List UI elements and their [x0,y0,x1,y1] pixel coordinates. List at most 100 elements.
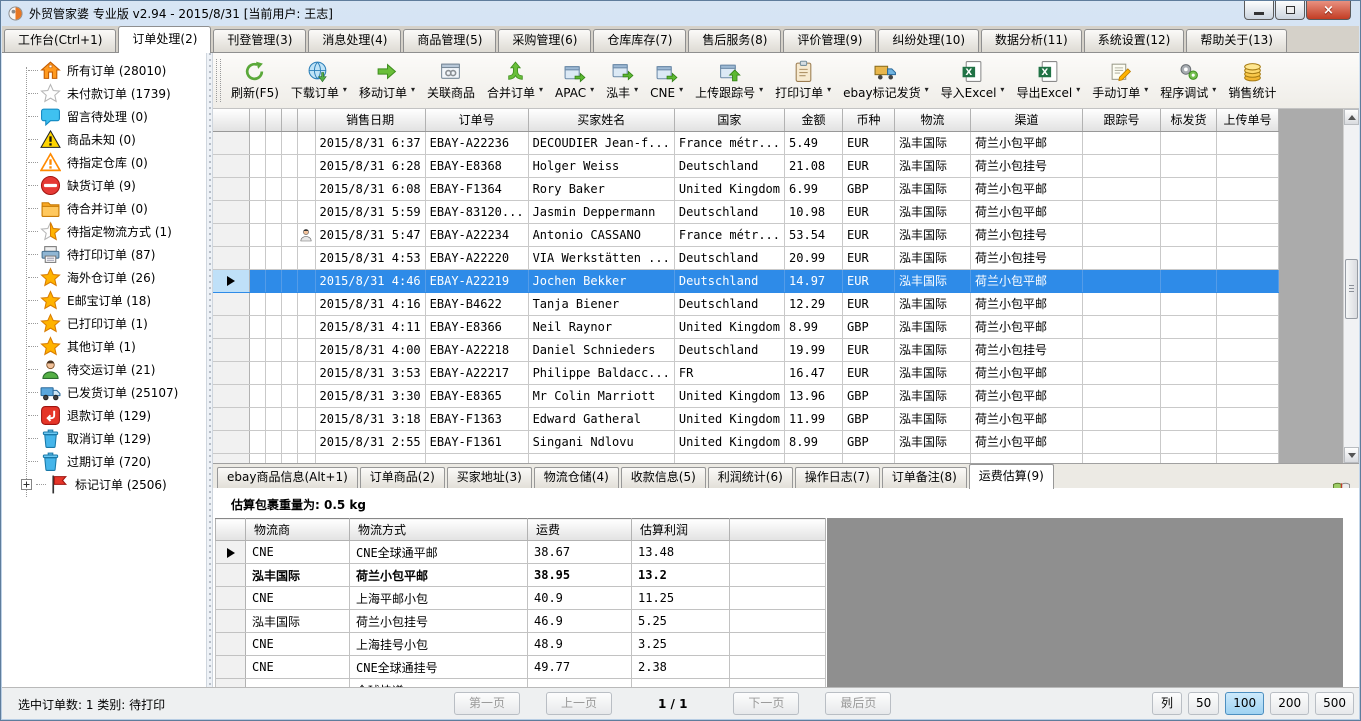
column-header[interactable]: 买家姓名 [528,109,674,131]
last-page-button[interactable]: 最后页 [825,692,891,715]
dropdown-caret-icon[interactable]: ▾ [539,85,543,94]
minimize-button[interactable] [1244,1,1274,20]
detail-tab[interactable]: ebay商品信息(Alt+1) [217,467,358,488]
freight-column-header[interactable]: 物流方式 [350,519,528,541]
column-header[interactable]: 金额 [785,109,843,131]
row-selector-cell[interactable] [216,541,246,564]
freight-row[interactable]: 泓丰国际荷兰小包挂号46.95.25 [216,610,826,633]
toolbar-item[interactable]: ebay标记发货▾ [837,58,934,103]
row-selector-cell[interactable] [216,679,246,688]
scroll-up-button[interactable] [1344,109,1359,125]
dropdown-caret-icon[interactable]: ▾ [590,85,594,94]
prev-page-button[interactable]: 上一页 [546,692,612,715]
row-selector-cell[interactable] [213,177,249,200]
row-selector-cell[interactable] [213,338,249,361]
sidebar-item[interactable]: E邮宝订单 (18) [2,289,206,312]
expand-plus-icon[interactable] [21,479,32,490]
sidebar-item[interactable]: 已发货订单 (25107) [2,381,206,404]
order-row[interactable]: 2015/8/31 5:59EBAY-83120...Jasmin Depper… [213,200,1279,223]
column-header[interactable]: 国家 [674,109,784,131]
sidebar-item[interactable]: 待合并订单 (0) [2,197,206,220]
scroll-down-button[interactable] [1344,447,1359,463]
row-selector-cell[interactable] [213,223,249,246]
page-size-button[interactable]: 100 [1225,692,1264,715]
dropdown-caret-icon[interactable]: ▾ [1144,85,1148,94]
detail-tab[interactable]: 运费估算(9) [969,464,1054,489]
toolbar-item[interactable]: 下载订单▾ [285,58,353,103]
row-selector-cell[interactable] [216,633,246,656]
toolbar-item[interactable]: 移动订单▾ [353,58,421,103]
sidebar-item[interactable]: 退款订单 (129) [2,404,206,427]
dropdown-caret-icon[interactable]: ▾ [634,85,638,94]
detail-tab[interactable]: 收款信息(5) [621,467,706,488]
order-row[interactable]: 2015/8/31 3:30EBAY-E8365Mr Colin Marriot… [213,384,1279,407]
toolbar-item[interactable]: 合并订单▾ [481,58,549,103]
row-selector-cell[interactable] [213,430,249,453]
row-selector-cell[interactable] [213,361,249,384]
detail-tab[interactable]: 订单备注(8) [882,467,967,488]
toolbar-item[interactable]: 程序调试▾ [1154,58,1222,103]
column-header[interactable]: 渠道 [971,109,1083,131]
freight-column-header[interactable]: 运费 [528,519,632,541]
order-row[interactable]: 2015/8/31 5:47EBAY-A22234Antonio CASSANO… [213,223,1279,246]
menu-tab[interactable]: 采购管理(6) [498,29,591,52]
order-row[interactable]: 2015/8/31 3:53EBAY-A22217Philippe Baldac… [213,361,1279,384]
row-selector-cell[interactable] [213,269,249,292]
dropdown-caret-icon[interactable]: ▾ [1076,85,1080,94]
vertical-scrollbar[interactable] [1343,109,1359,463]
order-row[interactable]: 2015/8/31 4:00EBAY-A22218Daniel Schniede… [213,338,1279,361]
order-row[interactable]: 2015/8/31 6:37EBAY-A22236DECOUDIER Jean-… [213,131,1279,154]
row-selector-cell[interactable] [216,587,246,610]
row-selector-cell[interactable] [213,131,249,154]
dropdown-caret-icon[interactable]: ▾ [925,85,929,94]
sidebar-item[interactable]: 取消订单 (129) [2,427,206,450]
order-row[interactable]: 2015/8/31 4:11EBAY-E8366Neil RaynorUnite… [213,315,1279,338]
toolbar-item[interactable]: 销售统计 [1222,58,1282,103]
row-selector-cell[interactable] [213,154,249,177]
menu-tab[interactable]: 刊登管理(3) [213,29,306,52]
order-row[interactable]: 2015/8/31 4:46EBAY-A22219Jochen BekkerDe… [213,269,1279,292]
toolbar-item[interactable]: 打印订单▾ [769,58,837,103]
toolbar-item[interactable]: CNE▾ [644,60,689,102]
menu-tab[interactable]: 帮助关于(13) [1186,29,1287,52]
row-selector-cell[interactable] [213,407,249,430]
menu-tab[interactable]: 系统设置(12) [1084,29,1185,52]
page-size-button[interactable]: 50 [1188,692,1219,715]
sidebar-item[interactable]: 标记订单 (2506) [2,473,206,496]
sidebar-item[interactable]: 商品未知 (0) [2,128,206,151]
sidebar-item[interactable]: 缺货订单 (9) [2,174,206,197]
menu-tab[interactable]: 订单处理(2) [118,26,211,53]
freight-row[interactable]: CNECNE全球通挂号49.772.38 [216,656,826,679]
detail-tab[interactable]: 订单商品(2) [360,467,445,488]
detail-tab[interactable]: 利润统计(6) [708,467,793,488]
sidebar-item[interactable]: 待打印订单 (87) [2,243,206,266]
dropdown-caret-icon[interactable]: ▾ [1212,85,1216,94]
menu-tab[interactable]: 售后服务(8) [688,29,781,52]
sidebar-item[interactable]: 所有订单 (28010) [2,59,206,82]
menu-tab[interactable]: 仓库库存(7) [593,29,686,52]
menu-tab[interactable]: 数据分析(11) [981,29,1082,52]
dropdown-caret-icon[interactable]: ▾ [679,85,683,94]
detail-tab[interactable]: 物流仓储(4) [534,467,619,488]
sidebar-item[interactable]: 待指定仓库 (0) [2,151,206,174]
column-header[interactable]: 上传单号 [1217,109,1279,131]
menu-tab[interactable]: 纠纷处理(10) [878,29,979,52]
detail-tab[interactable]: 买家地址(3) [447,467,532,488]
order-row[interactable]: 2015/8/31 4:53EBAY-A22220VIA Werkstätten… [213,246,1279,269]
sidebar-item[interactable]: 其他订单 (1) [2,335,206,358]
toolbar-item[interactable]: 关联商品 [421,58,481,103]
menu-tab[interactable]: 工作台(Ctrl+1) [4,29,116,52]
row-selector-cell[interactable] [213,384,249,407]
row-selector-cell[interactable] [213,246,249,269]
toolbar-item[interactable]: X导出Excel▾ [1010,58,1086,103]
freight-column-header[interactable]: 估算利润 [632,519,730,541]
toolbar-item[interactable]: 泓丰▾ [600,58,644,103]
sidebar-item[interactable]: 过期订单 (720) [2,450,206,473]
column-header[interactable]: 标发货 [1161,109,1217,131]
column-header[interactable]: 物流 [895,109,971,131]
toolbar-item[interactable]: X导入Excel▾ [935,58,1011,103]
freight-column-header[interactable]: 物流商 [246,519,350,541]
order-row[interactable]: 2015/8/31 4:16EBAY-B4622Tanja BienerDeut… [213,292,1279,315]
column-header[interactable]: 币种 [843,109,895,131]
toolbar-item[interactable]: APAC▾ [549,60,600,102]
